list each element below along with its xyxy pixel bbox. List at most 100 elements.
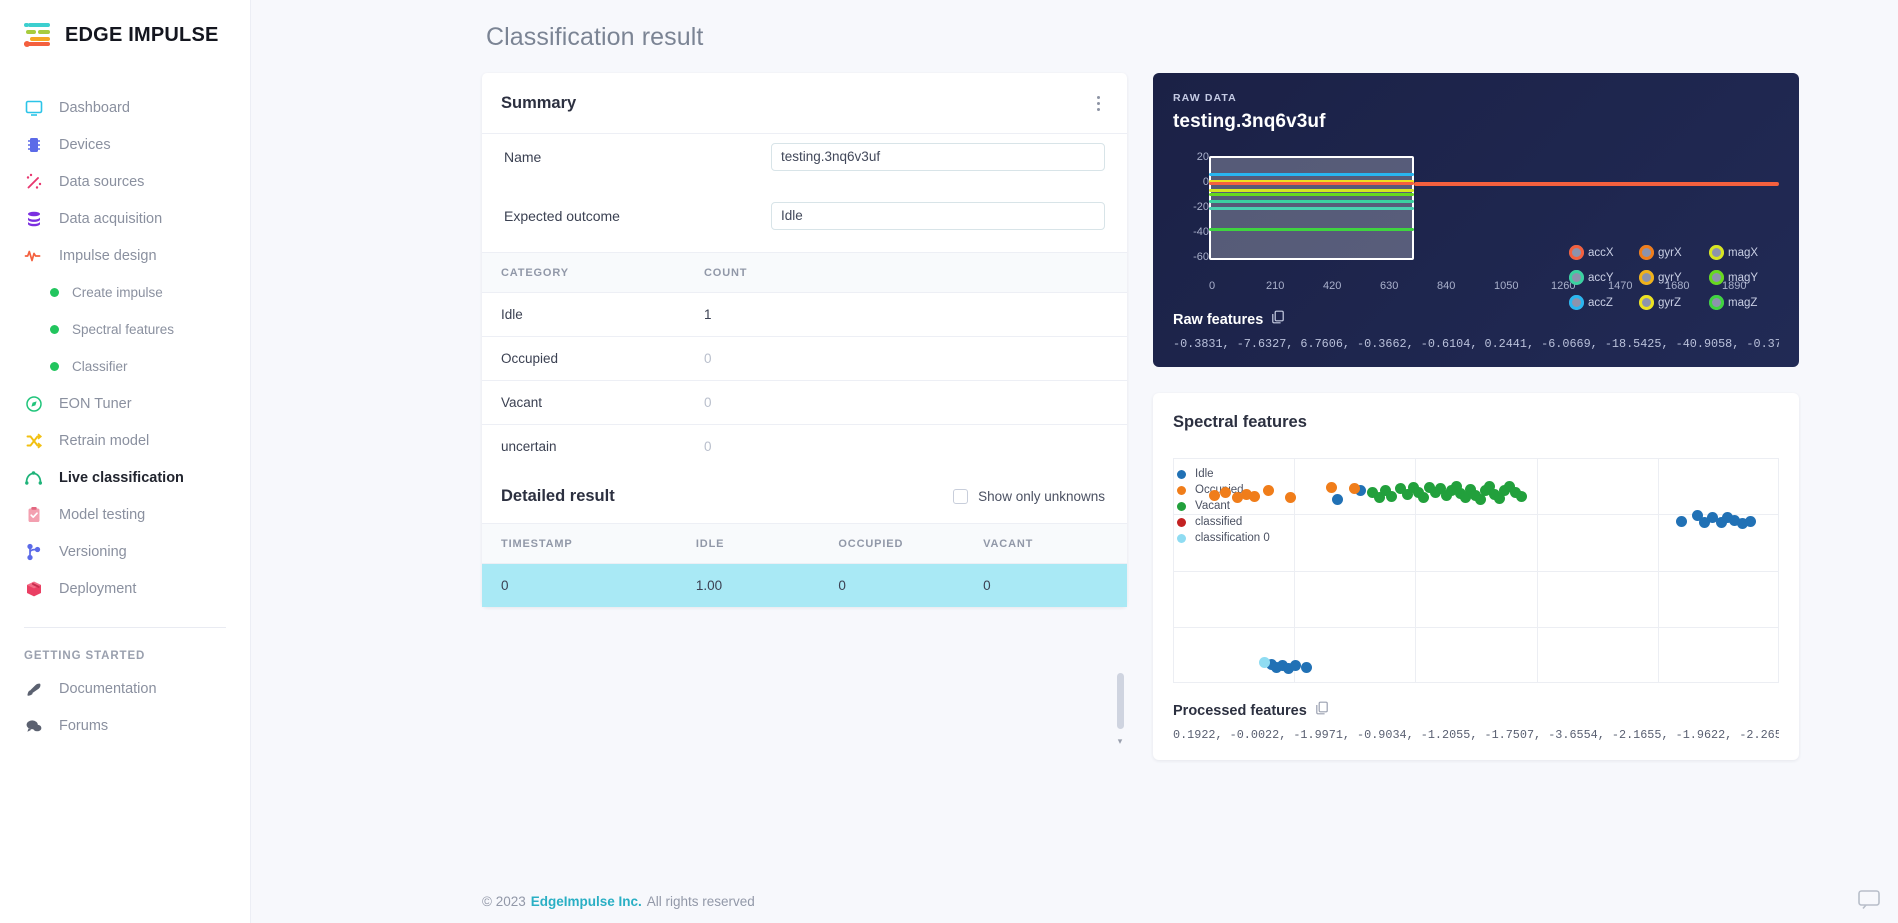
- table-row[interactable]: 0 1.00 0 0: [482, 563, 1127, 607]
- scatter-point-vacant[interactable]: [1386, 491, 1398, 503]
- sidebar-item-impulse-design[interactable]: Impulse design: [0, 237, 250, 274]
- copy-icon[interactable]: [1271, 310, 1285, 329]
- series-line-accZ: [1209, 173, 1414, 176]
- scatter-point-classification-0[interactable]: [1259, 656, 1271, 668]
- legend-swatch-icon: [1709, 295, 1724, 310]
- scatter-point-occupied[interactable]: [1325, 482, 1337, 494]
- scatter-point-occupied[interactable]: [1248, 490, 1260, 502]
- legend-item-gyrZ[interactable]: gyrZ: [1639, 295, 1709, 310]
- brand-name: EDGE IMPULSE: [65, 23, 219, 46]
- scatter-point-idle[interactable]: [1331, 493, 1343, 505]
- cell-idle: 1.00: [695, 563, 839, 607]
- legend-item-magX[interactable]: magX: [1709, 245, 1779, 260]
- app-root: EDGE IMPULSE Dashboard Devices Data sour…: [0, 0, 1898, 923]
- scatter-point-occupied[interactable]: [1348, 483, 1360, 495]
- summary-options-button[interactable]: [1092, 92, 1105, 115]
- sidebar-item-live-classification[interactable]: Live classification: [0, 459, 250, 496]
- legend-item-classified[interactable]: classified: [1177, 514, 1270, 530]
- show-only-unknowns-toggle[interactable]: Show only unknowns: [953, 489, 1105, 504]
- legend-swatch-icon: [1709, 245, 1724, 260]
- sidebar-item-classifier[interactable]: Classifier: [0, 348, 250, 385]
- scatter-point-idle[interactable]: [1301, 661, 1313, 673]
- compass-icon: [24, 394, 43, 413]
- series-line-magX: [1209, 189, 1414, 192]
- legend-swatch-icon: [1177, 517, 1186, 527]
- legend-label: gyrY: [1658, 271, 1682, 284]
- help-chat-button[interactable]: [1858, 890, 1880, 910]
- column-header-category: CATEGORY: [482, 252, 704, 293]
- legend-item-gyrX[interactable]: gyrX: [1639, 245, 1709, 260]
- summary-title: Summary: [501, 94, 577, 112]
- y-tick: -60: [1193, 251, 1209, 263]
- raw-data-kicker: RAW DATA: [1173, 92, 1237, 104]
- sidebar-item-create-impulse[interactable]: Create impulse: [0, 274, 250, 311]
- scatter-point-idle[interactable]: [1745, 516, 1757, 528]
- raw-features-values: -0.3831, -7.6327, 6.7606, -0.3662, -0.61…: [1173, 337, 1779, 351]
- scatter-point-vacant[interactable]: [1417, 491, 1429, 503]
- footer-rights: All rights reserved: [646, 894, 755, 909]
- expected-outcome-input[interactable]: [771, 201, 1105, 230]
- sidebar-item-label: Retrain model: [59, 432, 150, 449]
- scatter-point-idle[interactable]: [1289, 659, 1301, 671]
- brand-logo[interactable]: EDGE IMPULSE: [0, 0, 250, 48]
- legend-item-magZ[interactable]: magZ: [1709, 295, 1779, 310]
- sidebar-item-devices[interactable]: Devices: [0, 126, 250, 163]
- scatter-point-occupied[interactable]: [1209, 489, 1221, 501]
- legend-item-accY[interactable]: accY: [1569, 270, 1639, 285]
- status-dot-icon: [50, 288, 59, 297]
- sidebar-item-data-acquisition[interactable]: Data acquisition: [0, 200, 250, 237]
- column-header-timestamp: TIMESTAMP: [482, 523, 696, 564]
- cell-count: 1: [704, 292, 1127, 337]
- name-input[interactable]: [771, 142, 1105, 171]
- legend-item-accX[interactable]: accX: [1569, 245, 1639, 260]
- table-row[interactable]: uncertain 0: [482, 425, 1127, 469]
- vertical-scrollbar[interactable]: [1117, 673, 1124, 729]
- summary-card-header: Summary: [482, 73, 1127, 134]
- detailed-result-scroll-area[interactable]: TIMESTAMP IDLE OCCUPIED VACANT 0 1.00 0 …: [482, 523, 1127, 607]
- scatter-point-occupied[interactable]: [1284, 492, 1296, 504]
- category-count-table: CATEGORY COUNT Idle 1 Occupied 0 Vacant …: [482, 252, 1127, 468]
- sidebar-item-dashboard[interactable]: Dashboard: [0, 89, 250, 126]
- sidebar-item-label: Dashboard: [59, 99, 130, 116]
- scatter-point-occupied[interactable]: [1220, 486, 1232, 498]
- legend-swatch-icon: [1177, 469, 1186, 479]
- box-icon: [24, 579, 43, 598]
- scroll-down-arrow-icon[interactable]: ▾: [1115, 736, 1125, 746]
- sidebar-item-spectral-features[interactable]: Spectral features: [0, 311, 250, 348]
- sidebar-item-data-sources[interactable]: Data sources: [0, 163, 250, 200]
- expected-outcome-label: Expected outcome: [504, 207, 620, 224]
- series-line-magY: [1209, 193, 1414, 196]
- pulse-icon: [24, 246, 43, 265]
- legend-swatch-icon: [1639, 245, 1654, 260]
- copy-icon[interactable]: [1315, 701, 1329, 720]
- sidebar-item-retrain-model[interactable]: Retrain model: [0, 422, 250, 459]
- footer-brand[interactable]: EdgeImpulse Inc.: [531, 894, 642, 909]
- wand-icon: [24, 172, 43, 191]
- sidebar-item-versioning[interactable]: Versioning: [0, 533, 250, 570]
- sidebar-item-eon-tuner[interactable]: EON Tuner: [0, 385, 250, 422]
- sidebar-item-label: Forums: [59, 717, 109, 734]
- table-row[interactable]: Occupied 0: [482, 336, 1127, 381]
- series-line-accX: [1209, 182, 1414, 185]
- sidebar-item-deployment[interactable]: Deployment: [0, 570, 250, 607]
- scatter-point-occupied[interactable]: [1262, 485, 1274, 497]
- legend-item-magY[interactable]: magY: [1709, 270, 1779, 285]
- scatter-point-idle[interactable]: [1675, 516, 1687, 528]
- legend-label: Idle: [1195, 468, 1214, 480]
- table-row[interactable]: Idle 1: [482, 292, 1127, 337]
- legend-item-gyrY[interactable]: gyrY: [1639, 270, 1709, 285]
- detailed-result-header: Detailed result Show only unknowns: [482, 468, 1127, 523]
- sidebar-item-label: Versioning: [59, 543, 127, 560]
- sidebar-item-documentation[interactable]: Documentation: [0, 670, 250, 707]
- table-row[interactable]: Vacant 0: [482, 380, 1127, 425]
- sidebar-nav: Dashboard Devices Data sources Data acqu…: [0, 89, 250, 607]
- scatter-point-vacant[interactable]: [1515, 490, 1527, 502]
- legend-item-classification-0[interactable]: classification 0: [1177, 530, 1270, 546]
- name-label: Name: [504, 148, 542, 165]
- legend-item-accZ[interactable]: accZ: [1569, 295, 1639, 310]
- branch-icon: [24, 542, 43, 561]
- sidebar-item-forums[interactable]: Forums: [0, 707, 250, 744]
- sidebar-item-model-testing[interactable]: Model testing: [0, 496, 250, 533]
- checkbox-icon[interactable]: [953, 489, 969, 504]
- legend-item-idle[interactable]: Idle: [1177, 466, 1270, 482]
